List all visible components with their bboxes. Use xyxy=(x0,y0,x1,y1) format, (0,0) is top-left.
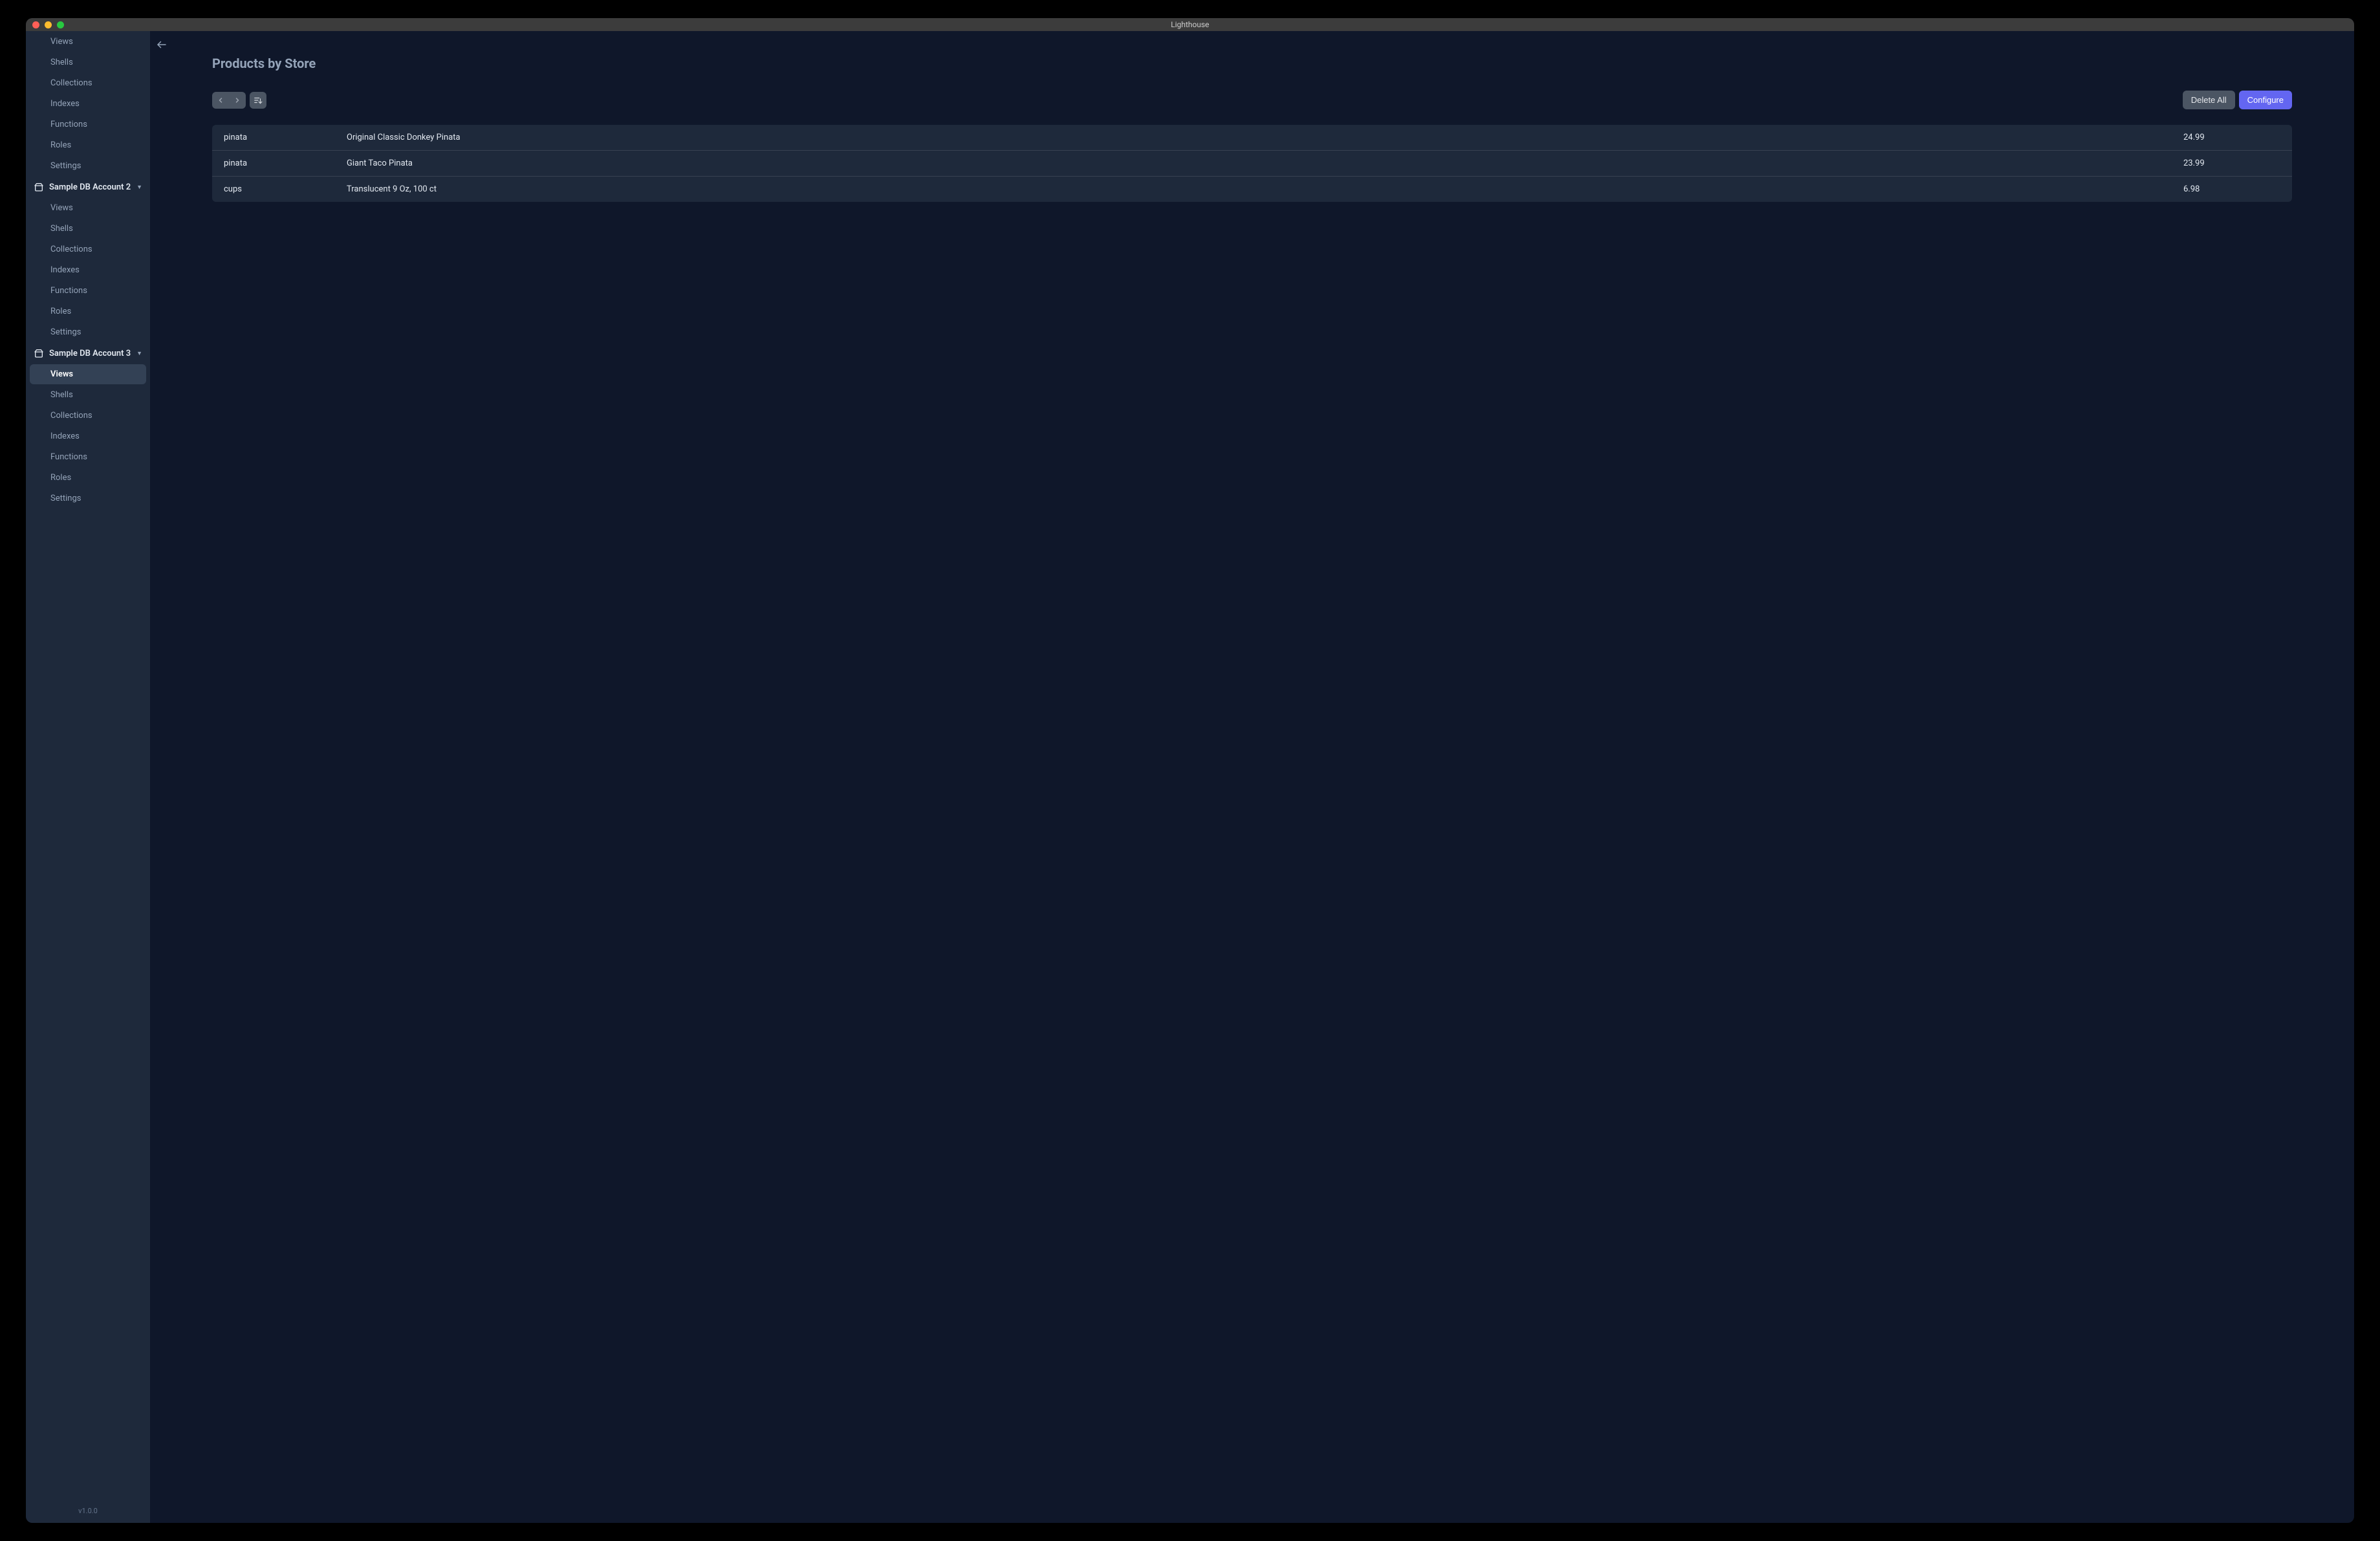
sidebar-item-roles[interactable]: Roles xyxy=(30,468,146,488)
table-row[interactable]: pinata Original Classic Donkey Pinata 24… xyxy=(212,125,2292,151)
sidebar-account-label: Sample DB Account 2 xyxy=(49,182,131,192)
sidebar-item-views[interactable]: Views xyxy=(30,364,146,384)
sidebar-item-label: Collections xyxy=(50,245,92,254)
chevron-down-icon: ▼ xyxy=(136,184,142,191)
sidebar-item-views[interactable]: Views xyxy=(30,32,146,52)
sidebar-item-shells[interactable]: Shells xyxy=(30,219,146,239)
sidebar-scroll[interactable]: Views Shells Collections Indexes Functio… xyxy=(30,31,146,1503)
row-price: 23.99 xyxy=(2183,158,2280,168)
sidebar-item-collections[interactable]: Collections xyxy=(30,239,146,259)
sidebar-item-label: Settings xyxy=(50,161,81,171)
sidebar-item-functions[interactable]: Functions xyxy=(30,281,146,301)
sidebar-item-settings[interactable]: Settings xyxy=(30,156,146,176)
row-price: 24.99 xyxy=(2183,133,2280,142)
table-row[interactable]: pinata Giant Taco Pinata 23.99 xyxy=(212,151,2292,177)
sidebar-item-label: Roles xyxy=(50,307,71,316)
pager xyxy=(212,92,246,109)
sidebar-item-label: Views xyxy=(50,203,73,213)
sidebar-item-label: Indexes xyxy=(50,432,80,441)
sort-button[interactable] xyxy=(250,92,266,109)
app-window: Lighthouse Views Shells Collections Inde… xyxy=(26,18,2354,1523)
close-window-button[interactable] xyxy=(32,21,39,28)
maximize-window-button[interactable] xyxy=(57,21,64,28)
sidebar-account-label: Sample DB Account 3 xyxy=(49,349,131,358)
row-category: cups xyxy=(224,184,347,194)
results-table: pinata Original Classic Donkey Pinata 24… xyxy=(212,125,2292,202)
sidebar-item-label: Shells xyxy=(50,58,73,67)
sidebar-item-roles[interactable]: Roles xyxy=(30,135,146,155)
sidebar-item-label: Collections xyxy=(50,411,92,421)
sidebar-item-views[interactable]: Views xyxy=(30,198,146,218)
sidebar-item-label: Functions xyxy=(50,120,87,129)
sidebar-item-label: Views xyxy=(50,37,73,47)
database-icon xyxy=(34,182,44,192)
sidebar-item-functions[interactable]: Functions xyxy=(30,447,146,467)
row-price: 6.98 xyxy=(2183,184,2280,194)
sidebar-item-label: Shells xyxy=(50,224,73,234)
page-prev-button[interactable] xyxy=(212,92,229,109)
delete-all-button[interactable]: Delete All xyxy=(2183,91,2235,109)
row-category: pinata xyxy=(224,133,347,142)
sidebar-item-settings[interactable]: Settings xyxy=(30,488,146,508)
app-body: Views Shells Collections Indexes Functio… xyxy=(26,31,2354,1523)
traffic-lights xyxy=(26,21,64,28)
row-name: Giant Taco Pinata xyxy=(347,158,2183,168)
sidebar: Views Shells Collections Indexes Functio… xyxy=(26,31,150,1523)
sidebar-item-shells[interactable]: Shells xyxy=(30,52,146,72)
window-title: Lighthouse xyxy=(26,20,2354,29)
sidebar-item-label: Shells xyxy=(50,390,73,400)
sidebar-item-shells[interactable]: Shells xyxy=(30,385,146,405)
row-name: Translucent 9 Oz, 100 ct xyxy=(347,184,2183,194)
sidebar-item-label: Roles xyxy=(50,140,71,150)
minimize-window-button[interactable] xyxy=(45,21,52,28)
sidebar-item-collections[interactable]: Collections xyxy=(30,406,146,426)
app-version: v1.0.0 xyxy=(30,1503,146,1519)
sidebar-item-label: Roles xyxy=(50,473,71,483)
sidebar-item-functions[interactable]: Functions xyxy=(30,115,146,135)
sidebar-item-label: Collections xyxy=(50,78,92,88)
page-next-button[interactable] xyxy=(229,92,246,109)
sidebar-item-roles[interactable]: Roles xyxy=(30,301,146,322)
table-row[interactable]: cups Translucent 9 Oz, 100 ct 6.98 xyxy=(212,177,2292,202)
sidebar-item-label: Indexes xyxy=(50,99,80,109)
chevron-down-icon: ▼ xyxy=(136,350,142,357)
main-pane: Products by Store xyxy=(150,31,2354,1523)
back-button[interactable] xyxy=(156,39,168,50)
row-category: pinata xyxy=(224,158,347,168)
page-title: Products by Store xyxy=(212,56,2292,71)
sidebar-account-2[interactable]: Sample DB Account 2 ▼ xyxy=(30,177,146,197)
row-name: Original Classic Donkey Pinata xyxy=(347,133,2183,142)
database-icon xyxy=(34,348,44,358)
sidebar-item-indexes[interactable]: Indexes xyxy=(30,426,146,446)
sidebar-item-label: Indexes xyxy=(50,265,80,275)
toolbar: Delete All Configure xyxy=(212,91,2292,109)
sidebar-item-collections[interactable]: Collections xyxy=(30,73,146,93)
sidebar-item-label: Functions xyxy=(50,452,87,462)
sidebar-item-settings[interactable]: Settings xyxy=(30,322,146,342)
configure-button[interactable]: Configure xyxy=(2239,91,2292,109)
sidebar-item-label: Settings xyxy=(50,494,81,503)
sidebar-item-label: Views xyxy=(50,369,73,379)
sidebar-item-indexes[interactable]: Indexes xyxy=(30,260,146,280)
title-bar: Lighthouse xyxy=(26,18,2354,31)
content: Products by Store xyxy=(150,31,2354,221)
sidebar-item-label: Functions xyxy=(50,286,87,296)
sidebar-item-label: Settings xyxy=(50,327,81,337)
sidebar-account-3[interactable]: Sample DB Account 3 ▼ xyxy=(30,343,146,364)
sidebar-item-indexes[interactable]: Indexes xyxy=(30,94,146,114)
